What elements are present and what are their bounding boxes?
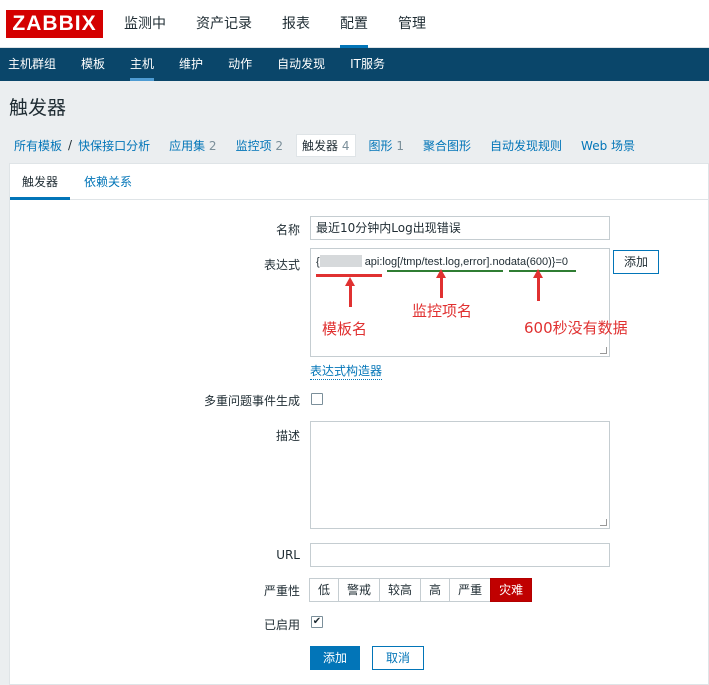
- url-input[interactable]: [310, 543, 610, 567]
- trigger-form-panel: 触发器 依赖关系 名称 最近10分钟内Log出现错误 表达式 {api:log[…: [9, 163, 709, 685]
- severity-label: 严重性: [263, 584, 300, 598]
- severity-information[interactable]: 低: [309, 578, 340, 602]
- severity-selector: 低 警戒 较高 高 严重 灾难: [309, 578, 533, 602]
- tab-dependencies[interactable]: 依赖关系: [72, 164, 144, 200]
- sub-menu-bar: 主机群组 模板 主机 维护 动作 自动发现 IT服务: [0, 48, 709, 81]
- annotation-nodata: 600秒没有数据: [524, 319, 628, 337]
- breadcrumb-template[interactable]: 快保接口分析: [78, 137, 150, 154]
- submenu-host-groups[interactable]: 主机群组: [8, 48, 56, 81]
- annotation-item-name: 监控项名: [412, 302, 473, 320]
- redacted-template-name: [319, 255, 362, 267]
- expression-label: 表达式: [263, 258, 300, 272]
- resize-handle-icon[interactable]: [600, 519, 607, 526]
- submit-add-button[interactable]: 添加: [310, 646, 361, 670]
- cancel-button[interactable]: 取消: [372, 646, 425, 670]
- menu-inventory[interactable]: 资产记录: [196, 0, 252, 48]
- expression-textarea[interactable]: {api:log[/tmp/test.log,error].nodata(600…: [310, 248, 628, 357]
- main-menu: 监测中 资产记录 报表 配置 管理: [124, 0, 456, 48]
- menu-configuration[interactable]: 配置: [340, 0, 368, 48]
- submenu-hosts[interactable]: 主机: [130, 48, 155, 81]
- nav-triggers[interactable]: 触发器 4: [296, 133, 356, 157]
- zabbix-logo[interactable]: ZABBIX: [6, 10, 103, 38]
- name-input[interactable]: 最近10分钟内Log出现错误: [310, 216, 610, 240]
- description-textarea[interactable]: [310, 421, 610, 529]
- nav-items[interactable]: 监控项 2: [236, 137, 283, 154]
- tab-trigger[interactable]: 触发器: [10, 164, 71, 200]
- expression-add-button[interactable]: 添加: [613, 250, 660, 274]
- arrow-up-icon: [345, 277, 355, 307]
- tab-bar: 触发器 依赖关系: [10, 164, 709, 200]
- arrow-up-icon: [436, 269, 446, 298]
- multiple-events-label: 多重问题事件生成: [203, 394, 300, 408]
- breadcrumb-all-templates[interactable]: 所有模板: [14, 137, 62, 154]
- nav-applications[interactable]: 应用集 2: [169, 137, 216, 154]
- url-label: URL: [276, 548, 300, 562]
- expression-text: {api:log[/tmp/test.log,error].nodata(600…: [316, 255, 569, 268]
- nav-screens[interactable]: 聚合图形: [423, 137, 471, 154]
- nav-discovery-rules[interactable]: 自动发现规则: [490, 137, 562, 154]
- severity-disaster[interactable]: 灾难: [490, 578, 533, 602]
- annotation-template-name: 模板名: [322, 320, 368, 338]
- submenu-maintenance[interactable]: 维护: [179, 48, 203, 81]
- expression-builder-link[interactable]: 表达式构造器: [310, 362, 383, 380]
- arrow-up-icon: [533, 269, 543, 301]
- top-header: ZABBIX 监测中 资产记录 报表 配置 管理: [0, 0, 709, 48]
- submenu-discovery[interactable]: 自动发现: [277, 48, 325, 81]
- enabled-checkbox[interactable]: ✔: [311, 616, 323, 628]
- menu-monitoring[interactable]: 监测中: [124, 0, 166, 48]
- severity-average[interactable]: 较高: [379, 578, 422, 602]
- submenu-actions[interactable]: 动作: [228, 48, 252, 81]
- menu-administration[interactable]: 管理: [398, 0, 426, 48]
- severity-severe[interactable]: 严重: [449, 578, 492, 602]
- page-title: 触发器: [9, 97, 67, 119]
- nav-graphs[interactable]: 图形 1: [369, 137, 404, 154]
- severity-high[interactable]: 高: [420, 578, 451, 602]
- name-label: 名称: [275, 223, 300, 237]
- breadcrumb-separator: /: [68, 138, 73, 152]
- submenu-it-services[interactable]: IT服务: [350, 48, 385, 81]
- resize-handle-icon[interactable]: [600, 347, 607, 354]
- nav-web-scenarios[interactable]: Web 场景: [581, 137, 635, 154]
- enabled-label: 已启用: [263, 618, 300, 632]
- description-label: 描述: [275, 429, 300, 443]
- object-nav: 所有模板 / 快保接口分析 应用集 2 监控项 2 触发器 4 图形 1 聚合图…: [0, 130, 709, 160]
- multiple-events-checkbox[interactable]: [311, 393, 323, 405]
- submenu-templates[interactable]: 模板: [81, 48, 105, 81]
- menu-reports[interactable]: 报表: [282, 0, 310, 48]
- severity-warning[interactable]: 警戒: [338, 578, 381, 602]
